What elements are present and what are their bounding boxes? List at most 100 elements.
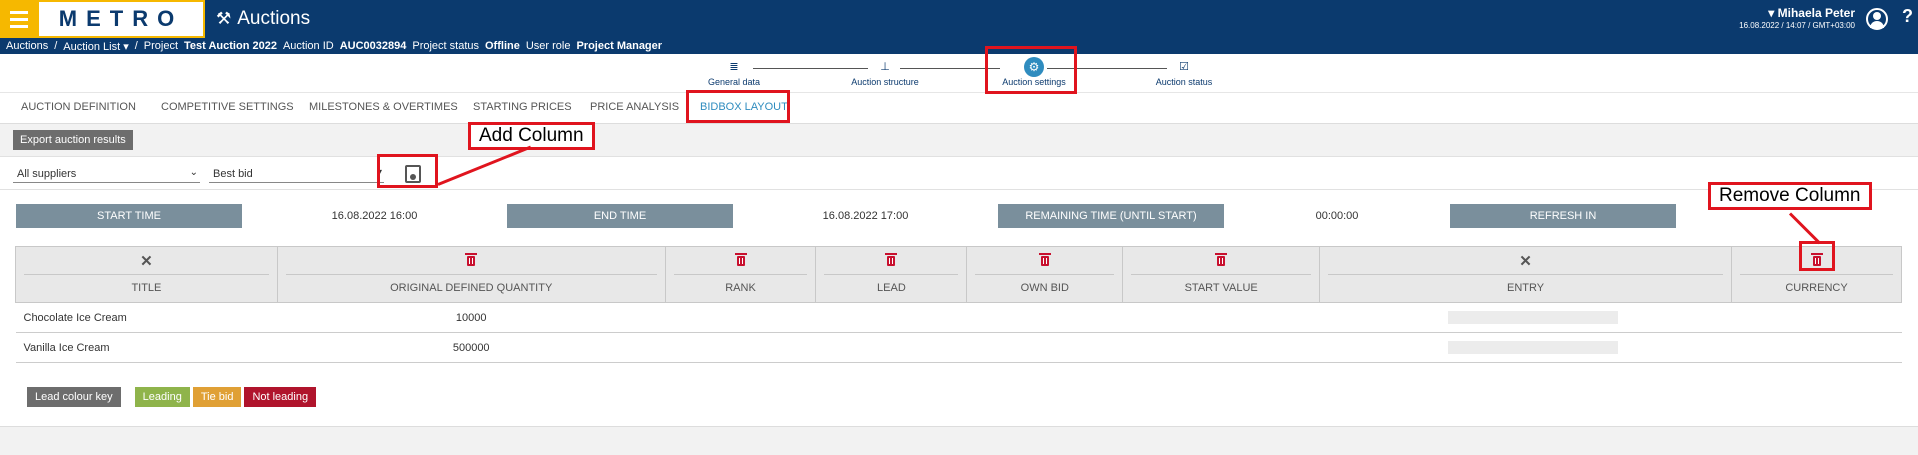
row-lead: [815, 332, 967, 363]
breadcrumb-separator: /: [54, 40, 58, 52]
row-currency: [1731, 302, 1902, 333]
legend-tie-bid: Tie bid: [192, 387, 242, 407]
bid-select[interactable]: Best bid ▾: [209, 167, 384, 183]
row-entry: [1319, 332, 1732, 363]
start-time-value: 16.08.2022 16:00: [331, 210, 418, 222]
row-currency: [1731, 332, 1902, 363]
trash-icon[interactable]: [734, 252, 747, 266]
gavel-icon: ⚒: [216, 9, 232, 28]
row-rank: [665, 332, 816, 363]
supplier-select[interactable]: All suppliers ⌄: [13, 167, 200, 183]
checkbox-icon: ☑: [1179, 61, 1189, 73]
table-header-row: ✕ TITLE ORIGINAL DEFINED QUANTITY RANK LE…: [15, 246, 1902, 303]
row-quantity: 10000: [277, 302, 666, 333]
hierarchy-icon: ⊥: [880, 61, 890, 73]
refresh-in-label: REFRESH IN: [1450, 204, 1676, 228]
end-time-label: END TIME: [507, 204, 733, 228]
trash-icon[interactable]: [465, 252, 478, 266]
metro-logo[interactable]: METRO: [37, 0, 205, 38]
row-lead: [815, 302, 967, 333]
progress-stepper: ≣ General data ⊥ Auction structure ⚙ Auctio…: [0, 54, 1918, 92]
role-value: Project Manager: [576, 40, 663, 52]
row-start-value: [1122, 302, 1320, 333]
role-label: User role: [525, 40, 571, 52]
tab-starting-prices[interactable]: STARTING PRICES: [473, 101, 572, 113]
export-results-button[interactable]: Export auction results: [13, 130, 133, 150]
row-own-bid: [966, 332, 1123, 363]
highlight-add-column: [377, 154, 438, 188]
row-start-value: [1122, 332, 1320, 363]
add-column-callout: Add Column: [468, 122, 595, 150]
remaining-time-label: REMAINING TIME (UNTIL START): [998, 204, 1224, 228]
step-auction-status[interactable]: ☑ Auction status: [1124, 60, 1244, 87]
step-label: Auction status: [1155, 77, 1213, 87]
column-header-label: ORIGINAL DEFINED QUANTITY: [390, 282, 553, 294]
column-header-label: START VALUE: [1184, 282, 1258, 294]
row-rank: [665, 302, 816, 333]
table-row: Vanilla Ice Cream 500000: [15, 332, 1902, 363]
avatar-icon[interactable]: [1866, 8, 1888, 30]
project-value: Test Auction 2022: [184, 40, 277, 52]
column-entry: ✕ ENTRY: [1319, 246, 1733, 303]
step-label: General data: [707, 77, 761, 87]
end-time-value: 16.08.2022 17:00: [822, 210, 909, 222]
legend-key-label: Lead colour key: [27, 387, 121, 407]
lead-colour-legend: Lead colour key Leading Tie bid Not lead…: [27, 387, 317, 407]
trash-icon[interactable]: [885, 252, 898, 266]
tab-milestones-overtimes[interactable]: MILESTONES & OVERTIMES: [309, 101, 458, 113]
hamburger-menu-icon[interactable]: [0, 0, 37, 38]
column-title: ✕ TITLE: [15, 246, 278, 303]
row-own-bid: [966, 302, 1123, 333]
column-header-label: ENTRY: [1507, 282, 1545, 294]
status-label: Project status: [412, 40, 479, 52]
toolbar: Export auction results: [0, 124, 1918, 156]
highlight-bidbox-layout: [686, 90, 790, 123]
row-quantity: 500000: [277, 332, 666, 363]
user-menu[interactable]: ▾ Mihaela Peter: [1768, 6, 1855, 20]
auction-id-label: Auction ID: [282, 40, 334, 52]
trash-icon[interactable]: [1215, 252, 1228, 266]
remove-column-callout: Remove Column: [1708, 182, 1872, 210]
bid-select-value: Best bid: [213, 168, 253, 180]
column-header-label: RANK: [725, 282, 756, 294]
breadcrumb-auction-list[interactable]: Auction List ▾: [63, 40, 128, 53]
legend-leading: Leading: [134, 387, 190, 407]
logo-text: METRO: [58, 6, 184, 31]
table-row: Chocolate Ice Cream 10000: [15, 302, 1902, 333]
step-general-data[interactable]: ≣ General data: [674, 60, 794, 87]
project-label: Project: [143, 40, 179, 52]
tab-auction-definition[interactable]: AUCTION DEFINITION: [21, 101, 136, 113]
app-title-text: Auctions: [237, 8, 311, 29]
bidbox-table: ✕ TITLE ORIGINAL DEFINED QUANTITY RANK LE…: [15, 246, 1902, 363]
close-icon[interactable]: ✕: [140, 252, 153, 270]
supplier-select-value: All suppliers: [17, 168, 77, 180]
filter-bar: All suppliers ⌄ Best bid ▾: [0, 156, 1918, 190]
breadcrumb-separator: /: [134, 40, 138, 52]
app-title[interactable]: ⚒ Auctions: [216, 8, 310, 30]
column-header-label: OWN BID: [1020, 282, 1069, 294]
trash-icon[interactable]: [1038, 252, 1051, 266]
column-rank: RANK: [664, 246, 817, 303]
step-auction-structure[interactable]: ⊥ Auction structure: [825, 60, 945, 87]
column-header-label: LEAD: [877, 282, 906, 294]
timer-bar: START TIME 16.08.2022 16:00 END TIME 16.…: [0, 190, 1918, 236]
tab-price-analysis[interactable]: PRICE ANALYSIS: [590, 101, 679, 113]
column-header-label: TITLE: [131, 282, 162, 294]
close-icon[interactable]: ✕: [1519, 252, 1532, 270]
tab-competitive-settings[interactable]: COMPETITIVE SETTINGS: [161, 101, 294, 113]
highlight-auction-settings: [985, 46, 1077, 94]
chevron-down-icon: ⌄: [189, 167, 198, 178]
highlight-remove-column: [1799, 241, 1835, 271]
column-own-bid: OWN BID: [966, 246, 1124, 303]
column-original-quantity: ORIGINAL DEFINED QUANTITY: [276, 246, 666, 303]
row-entry: [1319, 302, 1732, 333]
page-footer: [0, 426, 1918, 455]
user-name: Mihaela Peter: [1777, 6, 1855, 20]
entry-input[interactable]: [1447, 341, 1618, 354]
legend-not-leading: Not leading: [244, 387, 317, 407]
entry-input[interactable]: [1447, 311, 1618, 324]
breadcrumb-auctions[interactable]: Auctions: [6, 40, 48, 52]
auction-id-value: AUC0032894: [339, 40, 407, 52]
database-icon: ≣: [729, 61, 739, 73]
help-icon[interactable]: ?: [1902, 6, 1913, 27]
